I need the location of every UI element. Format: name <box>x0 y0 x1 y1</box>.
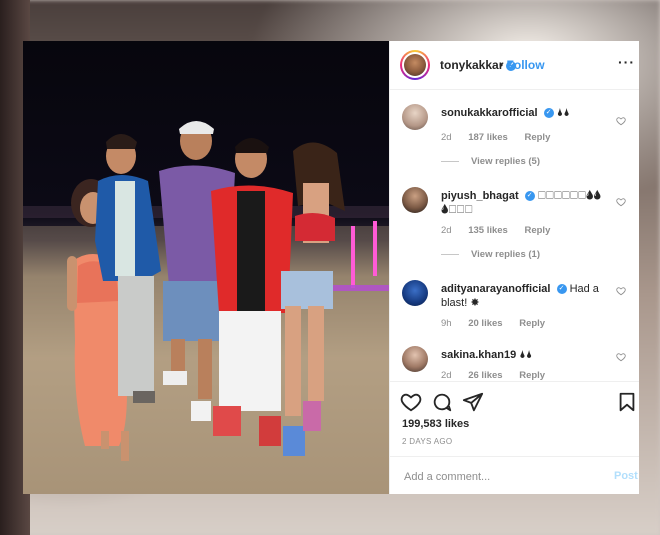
comment-meta: 2d 135 likes Reply <box>441 225 564 236</box>
like-comment-heart-icon[interactable] <box>616 197 626 207</box>
comment-text: piyush_bhagat ✓ 🗆🗆🗆🗆🗆🗆🌢🌢🌢🗆🗆🗆 <box>441 189 601 217</box>
verified-badge-icon: ✓ <box>543 108 554 119</box>
like-comment-heart-icon[interactable] <box>616 116 626 126</box>
comment-age: 2d <box>441 132 452 143</box>
comment-likes[interactable]: 187 likes <box>468 132 508 143</box>
post-actions: 199,583 likes 2 DAYS AGO Post <box>390 381 639 494</box>
comment-text: sakina.khan19 🌢🌢 <box>441 348 601 362</box>
follow-button[interactable]: Follow <box>507 58 545 72</box>
post-panel: tonykakkar ✓ • Follow ··· sonukakkaroffic… <box>389 41 639 494</box>
verified-badge-icon: ✓ <box>556 284 567 295</box>
comment-username[interactable]: piyush_bhagat <box>441 190 519 202</box>
replies-line <box>441 160 459 162</box>
comment-meta: 2d 26 likes Reply <box>441 370 559 380</box>
like-comment-heart-icon[interactable] <box>616 352 626 362</box>
post-comment-button[interactable]: Post <box>614 470 638 482</box>
follow-separator: • <box>499 58 504 72</box>
author-avatar[interactable] <box>400 50 430 80</box>
reply-button[interactable]: Reply <box>519 318 545 329</box>
comment-body: 🌢🌢 <box>556 107 570 119</box>
share-send-icon[interactable] <box>462 391 484 413</box>
comment-username[interactable]: sonukakkarofficial <box>441 107 538 119</box>
view-replies-label: View replies (1) <box>471 249 540 260</box>
comment-likes[interactable]: 135 likes <box>468 225 508 236</box>
comment-likes[interactable]: 26 likes <box>468 370 502 380</box>
comment-username[interactable]: adityanarayanofficial <box>441 283 550 295</box>
comment-text: adityanarayanofficial ✓ Had a blast! ✸ <box>441 282 601 310</box>
add-comment-input[interactable] <box>402 467 596 487</box>
view-replies-label: View replies (5) <box>471 156 540 167</box>
comment-username[interactable]: sakina.khan19 <box>441 349 516 361</box>
comment-text: sonukakkarofficial ✓ 🌢🌢 <box>441 106 601 120</box>
reply-button[interactable]: Reply <box>519 370 545 380</box>
more-options-icon[interactable]: ··· <box>618 54 635 70</box>
commenter-avatar[interactable] <box>402 104 428 130</box>
verified-badge-icon: ✓ <box>524 191 535 202</box>
reply-button[interactable]: Reply <box>524 225 550 236</box>
view-replies-button[interactable]: View replies (5) <box>441 156 540 167</box>
comment-meta: 9h 20 likes Reply <box>441 318 559 329</box>
view-replies-button[interactable]: View replies (1) <box>441 249 540 260</box>
commenter-avatar[interactable] <box>402 187 428 213</box>
comment-bubble-icon[interactable] <box>431 391 453 413</box>
bookmark-icon[interactable] <box>616 391 638 413</box>
commenter-avatar[interactable] <box>402 346 428 372</box>
comment-age: 2d <box>441 370 452 380</box>
like-heart-icon[interactable] <box>400 391 422 413</box>
replies-line <box>441 253 459 255</box>
reply-button[interactable]: Reply <box>524 132 550 143</box>
commenter-avatar[interactable] <box>402 280 428 306</box>
follow-row: • Follow <box>499 58 545 72</box>
author-handle[interactable]: tonykakkar <box>440 58 503 72</box>
like-comment-heart-icon[interactable] <box>616 286 626 296</box>
post-photo <box>23 41 389 494</box>
posted-time[interactable]: 2 DAYS AGO <box>402 437 452 446</box>
likes-count[interactable]: 199,583 likes <box>402 418 469 430</box>
post-header: tonykakkar ✓ • Follow ··· <box>390 41 639 90</box>
comment-age: 9h <box>441 318 452 329</box>
comment-age: 2d <box>441 225 452 236</box>
comment-meta: 2d 187 likes Reply <box>441 132 564 143</box>
add-comment-bar: Post <box>390 456 639 495</box>
comment-likes[interactable]: 20 likes <box>468 318 502 329</box>
comment-body: 🌢🌢 <box>519 349 533 361</box>
comments-list: sonukakkarofficial ✓ 🌢🌢 2d 187 likes Rep… <box>390 90 639 380</box>
